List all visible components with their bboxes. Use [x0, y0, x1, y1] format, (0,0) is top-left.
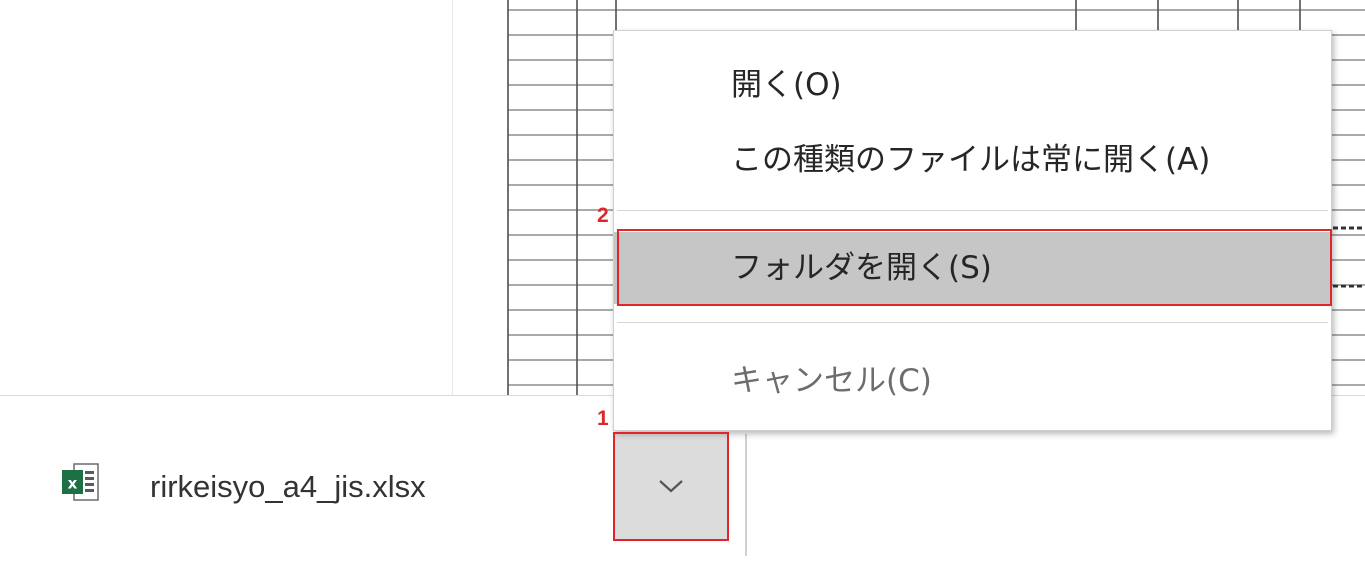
annotation-number-2: 2: [597, 204, 609, 227]
shelf-divider: [745, 434, 747, 556]
annotation-box-1: [613, 432, 729, 541]
annotation-box-2: [617, 229, 1332, 306]
download-file-name[interactable]: rirkeisyo_a4_jis.xlsx: [150, 469, 426, 505]
menu-item-cancel[interactable]: キャンセル(C): [614, 345, 1331, 417]
svg-text:x: x: [68, 475, 78, 493]
annotation-number-1: 1: [597, 407, 609, 430]
excel-file-icon[interactable]: x: [60, 462, 102, 504]
menu-separator: [617, 322, 1328, 323]
menu-item-open[interactable]: 開く(O): [614, 49, 1331, 121]
browser-window: x rirkeisyo_a4_jis.xlsx 開く(O) この種類のファイルは…: [0, 0, 1365, 568]
menu-item-always-open[interactable]: この種類のファイルは常に開く(A): [614, 124, 1331, 196]
menu-separator: [617, 210, 1328, 211]
